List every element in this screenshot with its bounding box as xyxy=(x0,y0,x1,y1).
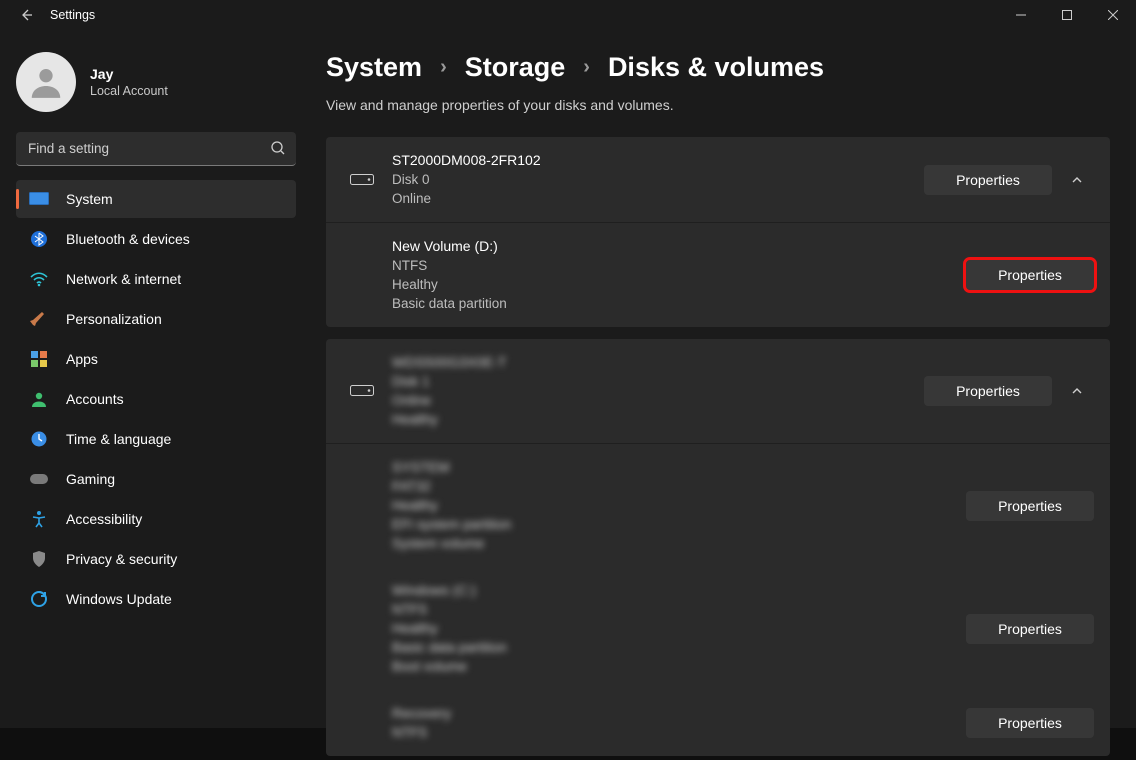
chevron-right-icon: › xyxy=(440,56,447,79)
nav-label: Windows Update xyxy=(66,591,172,607)
sidebar: Jay Local Account System Bluetooth & dev… xyxy=(0,30,312,760)
disk-card: ST2000DM008-2FR102 Disk 0 Online Propert… xyxy=(326,137,1110,327)
volume-name-redacted: SYSTEM xyxy=(392,458,966,477)
nav-accessibility[interactable]: Accessibility xyxy=(16,500,296,538)
nav-bluetooth[interactable]: Bluetooth & devices xyxy=(16,220,296,258)
volume-health: Healthy xyxy=(392,275,966,294)
volume-type: Basic data partition xyxy=(392,294,966,313)
main-content: System › Storage › Disks & volumes View … xyxy=(312,30,1136,760)
properties-button[interactable]: Properties xyxy=(924,165,1052,195)
nav: System Bluetooth & devices Network & int… xyxy=(16,180,296,618)
nav-label: Personalization xyxy=(66,311,162,327)
page-subtitle: View and manage properties of your disks… xyxy=(326,97,1110,113)
nav-personalization[interactable]: Personalization xyxy=(16,300,296,338)
volume-row[interactable]: SYSTEM FAT32 Healthy EFI system partitio… xyxy=(326,444,1110,567)
wifi-icon xyxy=(28,268,50,290)
nav-label: Apps xyxy=(66,351,98,367)
minimize-button[interactable] xyxy=(998,0,1044,30)
titlebar: Settings xyxy=(0,0,1136,30)
chevron-right-icon: › xyxy=(583,56,590,79)
properties-button[interactable]: Properties xyxy=(966,708,1094,738)
volume-type-redacted: EFI system partition xyxy=(392,515,966,534)
nav-gaming[interactable]: Gaming xyxy=(16,460,296,498)
disk-icon xyxy=(342,385,382,397)
search-field[interactable] xyxy=(16,132,296,166)
volume-fs: NTFS xyxy=(392,256,966,275)
disk-status-redacted: Online xyxy=(392,391,924,410)
properties-button[interactable]: Properties xyxy=(966,491,1094,521)
volume-fs-redacted: NTFS xyxy=(392,600,966,619)
nav-accounts[interactable]: Accounts xyxy=(16,380,296,418)
crumb-storage[interactable]: Storage xyxy=(465,52,566,83)
disk-id: Disk 0 xyxy=(392,170,924,189)
nav-label: System xyxy=(66,191,113,207)
volume-extra-redacted: Boot volume xyxy=(392,657,966,676)
nav-label: Accessibility xyxy=(66,511,142,527)
search-input[interactable] xyxy=(16,132,296,166)
nav-system[interactable]: System xyxy=(16,180,296,218)
window-controls xyxy=(998,0,1136,30)
disk-status: Online xyxy=(392,189,924,208)
disk-icon xyxy=(342,174,382,186)
person-icon xyxy=(28,388,50,410)
disk-header[interactable]: WDS500G3X0E-T Disk 1 Online Healthy Prop… xyxy=(326,339,1110,444)
properties-button[interactable]: Properties xyxy=(966,614,1094,644)
nav-label: Bluetooth & devices xyxy=(66,231,190,247)
user-name: Jay xyxy=(90,66,168,82)
nav-label: Accounts xyxy=(66,391,124,407)
disk-id-redacted: Disk 1 xyxy=(392,372,924,391)
nav-label: Privacy & security xyxy=(66,551,177,567)
breadcrumb: System › Storage › Disks & volumes xyxy=(326,52,1110,83)
properties-button[interactable]: Properties xyxy=(924,376,1052,406)
disk-model-redacted: WDS500G3X0E-T xyxy=(392,353,924,372)
profile[interactable]: Jay Local Account xyxy=(16,38,296,132)
nav-label: Time & language xyxy=(66,431,171,447)
volume-health-redacted: Healthy xyxy=(392,619,966,638)
close-button[interactable] xyxy=(1090,0,1136,30)
volume-extra-redacted: System volume xyxy=(392,534,966,553)
avatar xyxy=(16,52,76,112)
shield-icon xyxy=(28,548,50,570)
volume-type-redacted: Basic data partition xyxy=(392,638,966,657)
collapse-button[interactable] xyxy=(1060,374,1094,408)
maximize-button[interactable] xyxy=(1044,0,1090,30)
system-icon xyxy=(28,188,50,210)
crumb-disks-volumes: Disks & volumes xyxy=(608,52,824,83)
volume-fs-redacted: NTFS xyxy=(392,723,966,742)
volume-fs-redacted: FAT32 xyxy=(392,477,966,496)
accessibility-icon xyxy=(28,508,50,530)
apps-icon xyxy=(28,348,50,370)
user-account-type: Local Account xyxy=(90,84,168,98)
bluetooth-icon xyxy=(28,228,50,250)
gamepad-icon xyxy=(28,468,50,490)
nav-apps[interactable]: Apps xyxy=(16,340,296,378)
nav-network[interactable]: Network & internet xyxy=(16,260,296,298)
disk-header[interactable]: ST2000DM008-2FR102 Disk 0 Online Propert… xyxy=(326,137,1110,223)
volume-row[interactable]: Windows (C:) NTFS Healthy Basic data par… xyxy=(326,567,1110,690)
clock-icon xyxy=(28,428,50,450)
brush-icon xyxy=(28,308,50,330)
update-icon xyxy=(28,588,50,610)
disk-card: WDS500G3X0E-T Disk 1 Online Healthy Prop… xyxy=(326,339,1110,756)
nav-windows-update[interactable]: Windows Update xyxy=(16,580,296,618)
volume-name: New Volume (D:) xyxy=(392,237,966,256)
window-title: Settings xyxy=(50,8,95,22)
disk-model: ST2000DM008-2FR102 xyxy=(392,151,924,170)
nav-label: Gaming xyxy=(66,471,115,487)
volume-row[interactable]: New Volume (D:) NTFS Healthy Basic data … xyxy=(326,223,1110,327)
search-icon xyxy=(270,140,286,161)
properties-button[interactable]: Properties xyxy=(966,260,1094,290)
nav-time-language[interactable]: Time & language xyxy=(16,420,296,458)
volume-name-redacted: Windows (C:) xyxy=(392,581,966,600)
volume-name-redacted: Recovery xyxy=(392,704,966,723)
nav-label: Network & internet xyxy=(66,271,181,287)
nav-privacy[interactable]: Privacy & security xyxy=(16,540,296,578)
collapse-button[interactable] xyxy=(1060,163,1094,197)
disk-extra-redacted: Healthy xyxy=(392,410,924,429)
back-button[interactable] xyxy=(12,1,40,29)
crumb-system[interactable]: System xyxy=(326,52,422,83)
volume-row[interactable]: Recovery NTFS Properties xyxy=(326,690,1110,756)
volume-health-redacted: Healthy xyxy=(392,496,966,515)
